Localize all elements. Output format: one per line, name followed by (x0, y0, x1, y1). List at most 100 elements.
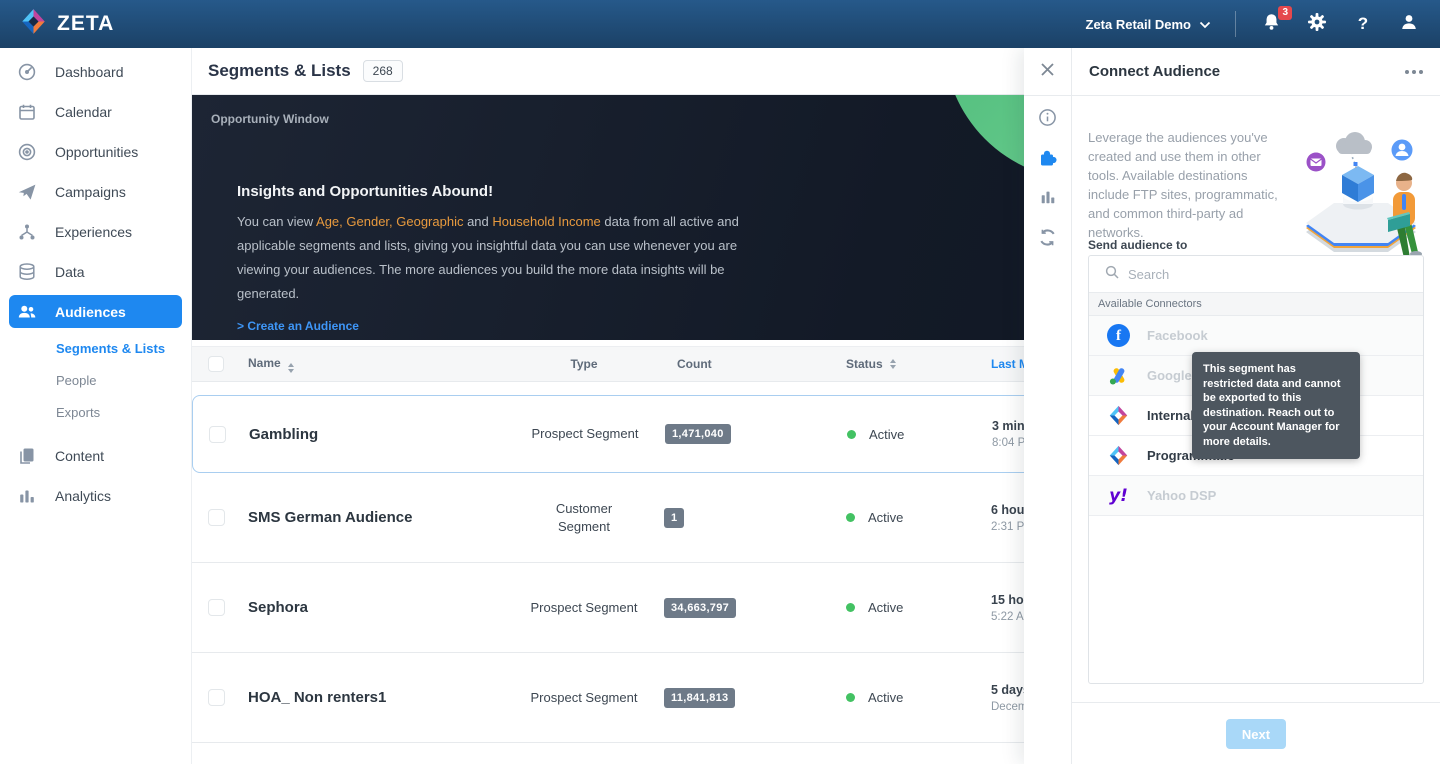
sidebar-item-label: Audiences (55, 304, 126, 320)
status-cell: Active (834, 510, 984, 525)
sidebar-nav: Dashboard Calendar Opportunities Campaig… (0, 48, 192, 764)
count-badge: 34,663,797 (664, 598, 736, 618)
segment-type: Prospect Segment (504, 689, 664, 707)
sidebar-item-dashboard[interactable]: Dashboard (0, 52, 191, 92)
zeta-diamond-icon (1107, 444, 1130, 467)
row-checkbox[interactable] (208, 689, 225, 706)
sidebar-item-campaigns[interactable]: Campaigns (0, 172, 191, 212)
bar-chart-icon (16, 486, 38, 506)
sidebar-item-label: Analytics (55, 488, 111, 504)
status-dot (846, 693, 855, 702)
help-button[interactable]: ? (1352, 13, 1374, 35)
banner-label: Opportunity Window (211, 112, 329, 126)
sidebar-subitem-exports[interactable]: Exports (0, 396, 191, 428)
account-switcher[interactable]: Zeta Retail Demo (1086, 17, 1211, 32)
zeta-logo[interactable]: ZETA (20, 8, 114, 40)
sidebar-item-opportunities[interactable]: Opportunities (0, 132, 191, 172)
sort-icon[interactable] (288, 363, 294, 373)
sidebar-item-label: Dashboard (55, 64, 124, 80)
sidebar-item-content[interactable]: Content (0, 436, 191, 476)
bar-chart-icon[interactable] (1024, 177, 1072, 217)
zeta-diamond-icon (1107, 404, 1130, 427)
notifications-button[interactable]: 3 (1260, 13, 1282, 35)
sidebar-item-experiences[interactable]: Experiences (0, 212, 191, 252)
close-icon (1040, 62, 1055, 82)
gear-icon (1307, 12, 1327, 37)
status-dot (846, 603, 855, 612)
connect-audience-panel: Connect Audience (1024, 48, 1440, 764)
col-header-name[interactable]: Name (248, 356, 504, 373)
segment-type: Customer Segment (538, 500, 630, 536)
status-dot (846, 513, 855, 522)
row-checkbox[interactable] (208, 509, 225, 526)
row-checkbox[interactable] (209, 426, 226, 443)
help-icon: ? (1358, 14, 1368, 34)
user-icon (1399, 12, 1419, 37)
status-cell: Active (834, 600, 984, 615)
sidebar-item-calendar[interactable]: Calendar (0, 92, 191, 132)
status-label: Active (868, 600, 903, 615)
status-label: Active (868, 510, 903, 525)
status-cell: Active (835, 427, 985, 442)
col-header-status[interactable]: Status (834, 357, 984, 371)
close-panel-button[interactable] (1024, 48, 1072, 96)
panel-icon-rail (1024, 96, 1072, 764)
next-button[interactable]: Next (1226, 719, 1286, 749)
database-icon (16, 262, 38, 282)
segment-name[interactable]: SMS German Audience (248, 509, 504, 526)
sidebar-item-data[interactable]: Data (0, 252, 191, 292)
segment-name[interactable]: HOA_ Non renters1 (248, 689, 504, 706)
sync-icon[interactable] (1024, 217, 1072, 257)
sidebar-subitem-segments-lists[interactable]: Segments & Lists (0, 332, 191, 364)
segment-type: Prospect Segment (505, 425, 665, 443)
banner-highlight: Household Income (492, 214, 600, 229)
yahoo-icon: y! (1107, 484, 1130, 507)
banner-title: Insights and Opportunities Abound! (237, 183, 757, 200)
people-icon (16, 302, 38, 322)
sidebar-item-label: Campaigns (55, 184, 126, 200)
segment-name[interactable]: Sephora (248, 599, 504, 616)
search-icon (1105, 265, 1119, 284)
sort-icon[interactable] (890, 359, 896, 369)
status-cell: Active (834, 690, 984, 705)
sidebar-item-label: Data (55, 264, 85, 280)
panel-footer: Next (1072, 702, 1440, 764)
google-ads-icon (1107, 364, 1130, 387)
sidebar-item-analytics[interactable]: Analytics (0, 476, 191, 516)
count-badge: 11,841,813 (664, 688, 735, 708)
col-header-type[interactable]: Type (504, 357, 664, 371)
notification-count-badge: 3 (1278, 6, 1292, 20)
sidebar-item-label: Experiences (55, 224, 132, 240)
create-audience-link[interactable]: > Create an Audience (237, 319, 359, 333)
send-audience-label: Send audience to (1088, 238, 1187, 252)
user-menu-button[interactable] (1398, 13, 1420, 35)
connector-search[interactable] (1089, 256, 1423, 293)
status-dot (847, 430, 856, 439)
navbar-divider (1235, 11, 1236, 37)
sidebar-subitem-people[interactable]: People (0, 364, 191, 396)
info-icon[interactable] (1024, 97, 1072, 137)
status-label: Active (869, 427, 904, 442)
panel-content: Leverage the audiences you've created an… (1072, 96, 1440, 764)
row-checkbox[interactable] (208, 599, 225, 616)
sidebar-item-label: Content (55, 448, 104, 464)
panel-menu-button[interactable] (1405, 70, 1423, 74)
segment-name[interactable]: Gambling (249, 426, 505, 443)
audience-connect-illustration (1292, 128, 1430, 269)
zeta-diamond-icon (20, 8, 47, 40)
puzzle-icon[interactable] (1024, 137, 1072, 177)
pages-icon (16, 446, 38, 466)
status-label: Active (868, 690, 903, 705)
count-badge: 1,471,040 (665, 424, 731, 444)
settings-button[interactable] (1306, 13, 1328, 35)
available-connectors-header: Available Connectors (1089, 293, 1423, 316)
top-navbar: ZETA Zeta Retail Demo 3 (0, 0, 1440, 48)
subitem-label: Segments & Lists (56, 341, 165, 356)
search-input[interactable] (1128, 267, 1388, 282)
banner-body: You can view Age, Gender, Geographic and… (237, 210, 757, 306)
count-badge: 1 (664, 508, 684, 528)
connectors-list: Available Connectors f Facebook Google A… (1088, 255, 1424, 684)
select-all-checkbox[interactable] (208, 356, 224, 372)
col-header-count[interactable]: Count (664, 357, 834, 371)
sidebar-item-audiences[interactable]: Audiences (9, 295, 182, 328)
